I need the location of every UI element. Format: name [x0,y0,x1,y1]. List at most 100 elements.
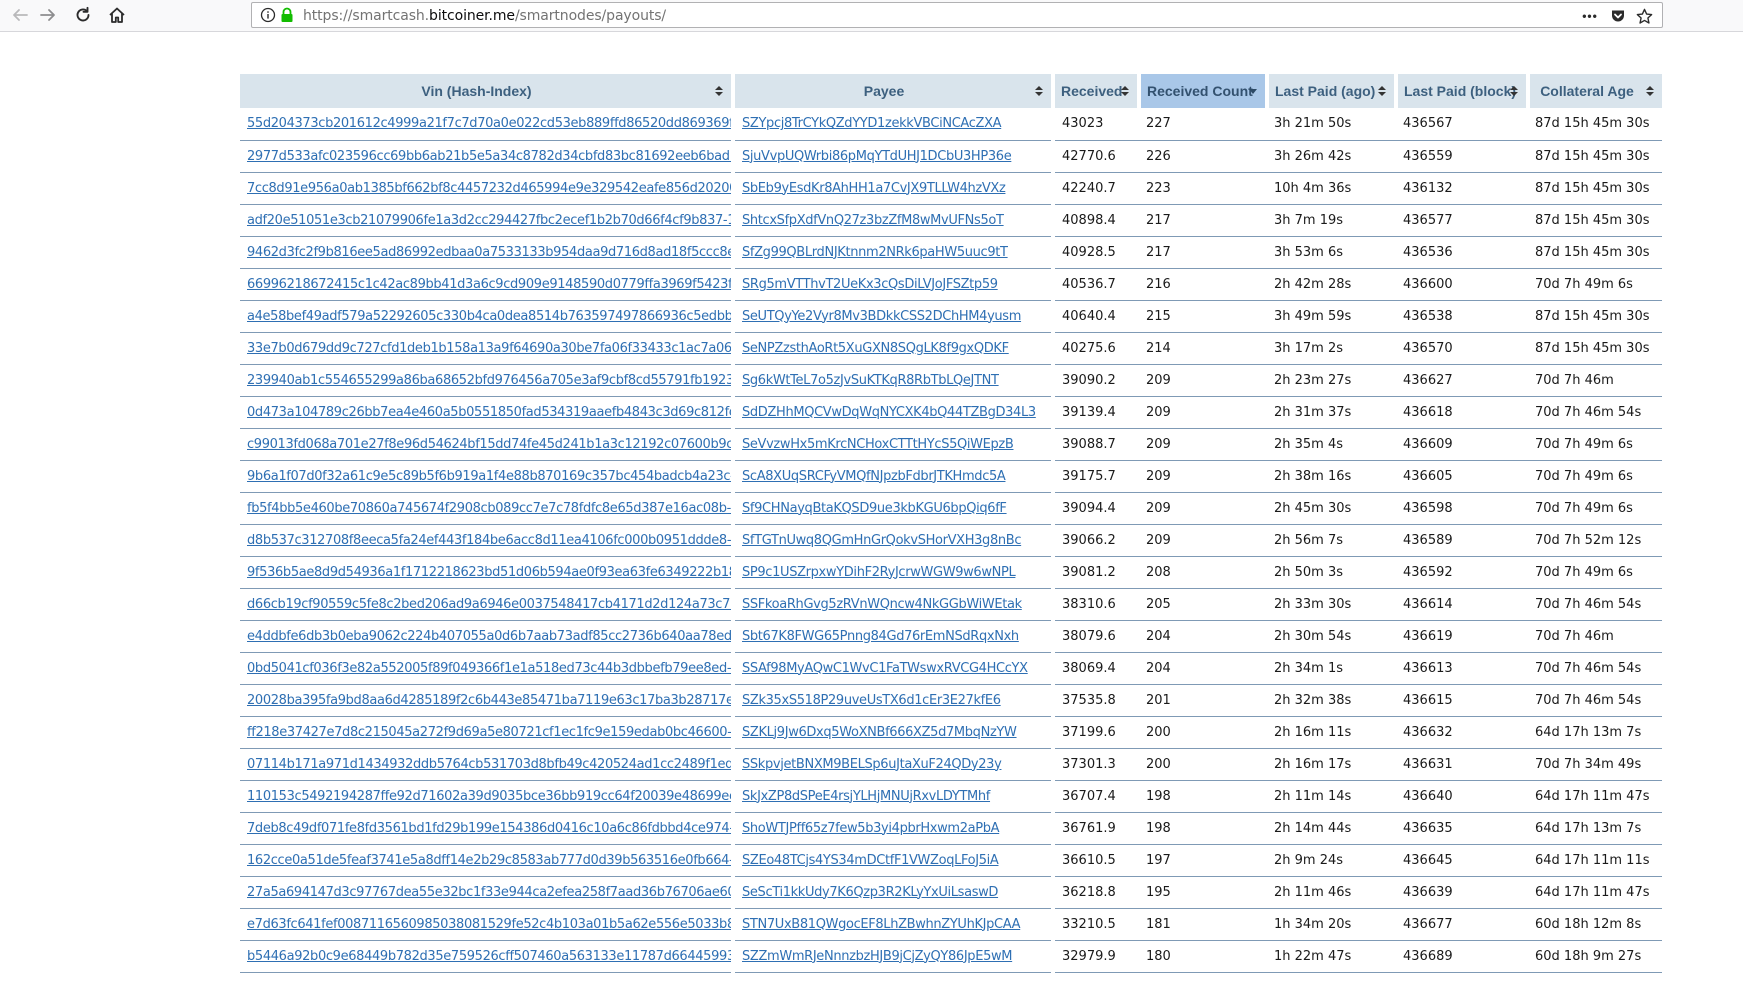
vin-link[interactable]: adf20e51051e3cb21079906fe1a3d2cc294427fb… [247,213,729,228]
collateral-age-value: 70d 7h 46m [1535,628,1614,644]
vin-link[interactable]: 9462d3fc2f9b816ee5ad86992edbaa0a7533133b… [247,245,729,260]
payee-link[interactable]: SeUTQyYe2Vyr8Mv3BDkkCSS2DChHM4yusm [742,309,1021,324]
vin-link[interactable]: 20028ba395fa9bd8aa6d4285189f2c6b443e8547… [247,693,729,708]
cell-payee: SeUTQyYe2Vyr8Mv3BDkkCSS2DChHM4yusm [733,300,1055,333]
payee-link[interactable]: Sf9CHNayqBtaKQSD9ue3kbKGU6bpQiq6fF [742,501,1007,516]
back-arrow-icon[interactable] [7,3,33,27]
payee-link[interactable]: SeVvzwHx5mKrcNCHoxCTTtHYcS5QiWEpzB [742,437,1014,452]
payee-link[interactable]: SdDZHhMQCVwDqWqNYCXK4bQ44TZBgD34L3 [742,405,1036,420]
pocket-icon[interactable] [1608,6,1628,26]
lock-icon[interactable] [280,7,294,23]
payee-link[interactable]: SZEo48TCjs4YS34mDCtfF1VWZoqLFoJ5iA [742,853,999,868]
vin-link[interactable]: 9f536b5ae8d9d54936a1f1712218623bd51d06b5… [247,565,729,580]
column-header-collateral-age[interactable]: Collateral Age [1528,74,1662,108]
url-text[interactable]: https://smartcash.bitcoiner.me/smartnode… [303,8,666,24]
vin-link[interactable]: 2977d533afc023596cc69bb6ab21b5e5a34c8782… [247,149,729,164]
payee-link[interactable]: SfZg99QBLrdNJKtnnm2NRk6paHW5uuc9tT [742,245,1008,260]
payee-link[interactable]: SZKLj9Jw6Dxq5WoXNBf666XZ5d7MbqNzYW [742,725,1017,740]
received-count-value: 226 [1146,148,1171,164]
payee-link[interactable]: SZYpcj8TrCYkQZdYYD1zekkVBCiNCAcZXA [742,116,1002,131]
vin-link[interactable]: 0bd5041cf036f3e82a552005f89f049366f1e1a5… [247,661,729,676]
payee-link[interactable]: SRg5mVTThvT2UeKx3cQsDiLVJoJFSZtp59 [742,277,998,292]
vin-link[interactable]: e4ddbfe6db3b0eba9062c224b407055a0d6b7aab… [247,629,729,644]
vin-link[interactable]: b5446a92b0c9e68449b782d35e759526cff50746… [247,949,729,964]
vin-link[interactable]: d66cb19cf90559c5fe8c2bed206ad9a6946e0037… [247,597,729,612]
payee-link[interactable]: ScA8XUqSRCFyVMQfNJpzbFdbrJTKHmdc5A [742,469,1006,484]
vin-link[interactable]: 07114b171a971d1434932ddb5764cb531703d8bf… [247,757,729,772]
url-path: /smartnodes/payouts/ [514,8,667,24]
vin-link[interactable]: 110153c5492194287ffe92d71602a39d9035bce3… [247,789,729,804]
vin-link[interactable]: 7deb8c49df071fe8fd3561bd1fd29b199e154386… [247,821,729,836]
cell-received-count: 180 [1139,940,1267,973]
collateral-age-value: 87d 15h 45m 30s [1535,308,1650,324]
column-header-last-paid-ago[interactable]: Last Paid (ago) [1267,74,1398,108]
payee-link[interactable]: SkJxZP8dSPeE4rsjYLHjMNUjRxvLDYTMhf [742,789,990,804]
cell-vin: 0d473a104789c26bb7ea4e460a5b0551850fad53… [240,396,735,429]
last-paid-ago-value: 2h 11m 14s [1274,788,1352,804]
vin-link[interactable]: 33e7b0d679dd9c727cfd1deb1b158a13a9f64690… [247,341,729,356]
table-row: d66cb19cf90559c5fe8c2bed206ad9a6946e0037… [240,588,1662,621]
vin-link[interactable]: d8b537c312708f8eeca5fa24ef443f184be6acc8… [247,533,729,548]
cell-last-paid-block: 436632 [1396,716,1528,749]
payee-link[interactable]: SjuVvpUQWrbi86pMqYTdUHJ1DCbU3HP36e [742,149,1012,164]
column-header-vin[interactable]: Vin (Hash-Index) [240,74,735,108]
column-header-received-count[interactable]: Received Count [1139,74,1269,108]
payouts-table-container: Vin (Hash-Index) Payee Received Received Co… [240,74,1662,973]
vin-link[interactable]: 239940ab1c554655299a86ba68652bfd976456a7… [247,373,729,388]
payee-link[interactable]: SfTGTnUwq8QGmHnGrQokvSHorVXH3g8nBc [742,533,1021,548]
payee-link[interactable]: SSFkoaRhGvg5zRVnWQncw4NkGGbWiWEtak [742,597,1022,612]
vin-link[interactable]: 9b6a1f07d0f32a61c9e5c89b5f6b919a1f4e88b8… [247,469,729,484]
cell-received-count: 209 [1139,460,1267,493]
payee-link[interactable]: STN7UxB81QWgocEF8LhZBwhnZYUhKJpCAA [742,917,1021,932]
payee-link[interactable]: SZZmWmRJeNnnzbzHJB9jCjZyQY86JpE5wM [742,949,1013,964]
cell-payee: SSkpvjetBNXM9BELSp6uJtaXuF24QDy23y [733,748,1055,781]
vin-link[interactable]: fb5f4bb5e460be70860a745674f2908cb089cc7e… [247,501,729,516]
address-bar[interactable]: https://smartcash.bitcoiner.me/smartnode… [251,2,1663,28]
cell-last-paid-ago: 2h 14m 44s [1267,812,1396,845]
payee-link[interactable]: SSkpvjetBNXM9BELSp6uJtaXuF24QDy23y [742,757,1002,772]
vin-link[interactable]: 55d204373cb201612c4999a21f7c7d70a0e022cd… [247,116,729,131]
payee-link[interactable]: SeNPZzsthAoRt5XuGXN8SQgLK8f9gxQDKF [742,341,1009,356]
cell-vin: 9f536b5ae8d9d54936a1f1712218623bd51d06b5… [240,556,735,589]
vin-link[interactable]: ff218e37427e7d8c215045a272f9d69a5e80721c… [247,725,729,740]
cell-vin: ff218e37427e7d8c215045a272f9d69a5e80721c… [240,716,735,749]
vin-link[interactable]: 66996218672415c1c42ac89bb41d3a6c9cd909e9… [247,277,729,292]
cell-collateral-age: 70d 7h 46m [1528,620,1662,653]
sort-desc-icon [1249,89,1257,94]
cell-last-paid-block: 436536 [1396,236,1528,269]
vin-link[interactable]: a4e58bef49adf579a52292605c330b4ca0dea851… [247,309,729,324]
received-count-value: 181 [1146,916,1171,932]
payee-link[interactable]: ShoWTJPff65z7few5b3yi4pbrHxwm2aPbA [742,821,1000,836]
vin-link[interactable]: 0d473a104789c26bb7ea4e460a5b0551850fad53… [247,405,729,420]
payee-link[interactable]: Sbt67K8FWG65Pnng84Gd76rEmNSdRqxNxh [742,629,1019,644]
payee-link[interactable]: ShtcxSfpXdfVnQ27z3bzZfM8wMvUFNs5oT [742,213,1004,228]
received-count-value: 195 [1146,884,1171,900]
vin-link[interactable]: 162cce0a51de5feaf3741e5a8dff14e2b29c8583… [247,853,729,868]
vin-link[interactable]: 7cc8d91e956a0ab1385bf662bf8c4457232d4659… [247,181,729,196]
payee-link[interactable]: SSAf98MyAQwC1WvC1FaTWswxRVCG4HCcYX [742,661,1028,676]
payee-link[interactable]: SZk35xS518P29uveUsTX6d1cEr3E27kfE6 [742,693,1001,708]
page-actions-menu-icon[interactable]: ••• [1580,6,1600,26]
received-count-value: 217 [1146,244,1171,260]
info-icon[interactable] [260,7,276,23]
received-count-value: 204 [1146,660,1171,676]
vin-link[interactable]: c99013fd068a701e27f8e96d54624bf15dd74fe4… [247,437,729,452]
column-header-received[interactable]: Received [1053,74,1141,108]
received-count-value: 200 [1146,756,1171,772]
payee-link[interactable]: Sg6kWtTeL7o5zJvSuKTKqR8RbTbLQeJTNT [742,373,999,388]
forward-arrow-icon[interactable] [35,3,61,27]
received-value: 33210.5 [1062,916,1116,932]
payee-link[interactable]: SeScTi1kkUdy7K6Qzp3R2KLyYxUiLsaswD [742,885,998,900]
column-header-label: Received Count [1147,83,1253,99]
column-header-last-paid-block[interactable]: Last Paid (block) [1396,74,1530,108]
home-icon[interactable] [104,3,130,27]
vin-link[interactable]: e7d63fc641fef0087116560985038081529fe52c… [247,917,729,932]
payee-link[interactable]: SbEb9yEsdKr8AhHH1a7CvJX9TLLW4hzVXz [742,181,1006,196]
column-header-payee[interactable]: Payee [733,74,1055,108]
sort-both-icon [1378,86,1386,96]
bookmark-star-icon[interactable] [1634,6,1654,26]
vin-link[interactable]: 27a5a694147d3c97767dea55e32bc1f33e944ca2… [247,885,729,900]
last-paid-block-value: 436559 [1403,148,1453,164]
payee-link[interactable]: SP9c1USZrpxwYDihF2RyJcrwWGW9w6wNPL [742,565,1016,580]
reload-icon[interactable] [70,3,96,27]
